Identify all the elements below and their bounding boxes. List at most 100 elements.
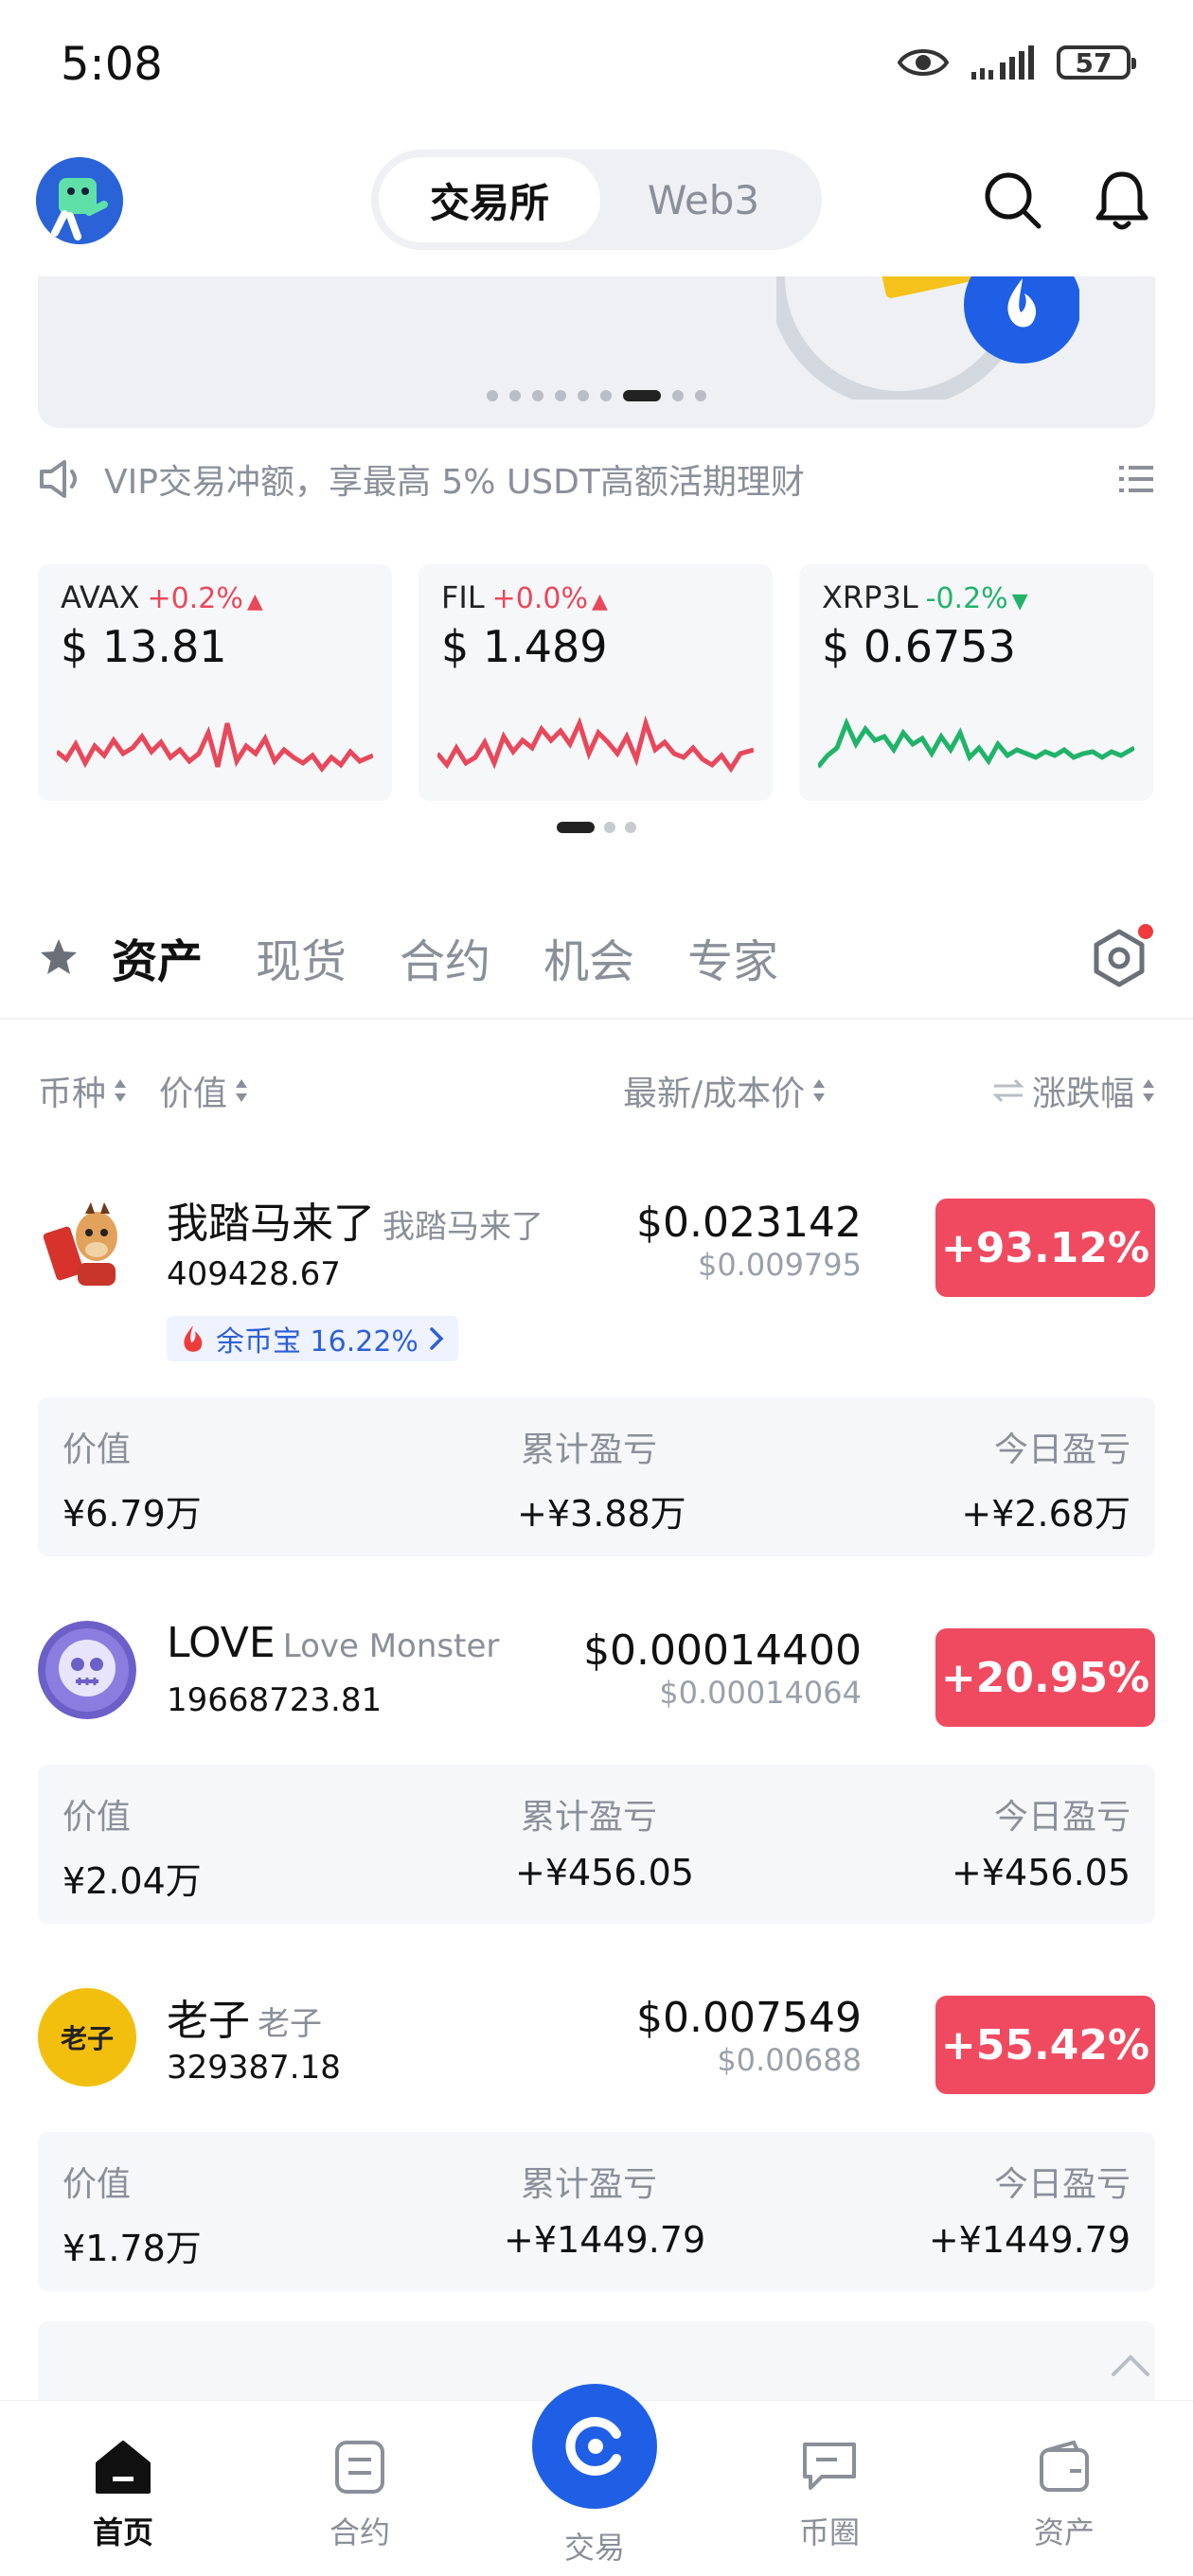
tab-futures[interactable]: 合约 — [400, 924, 490, 990]
asset-row-1-title[interactable]: 我踏马来了 我踏马来了 — [167, 1189, 543, 1250]
ticker-name: AVAX — [61, 579, 140, 615]
nav-label: 合约 — [329, 2514, 390, 2550]
ticker-pagination — [0, 822, 1193, 833]
stat-value-label: 价值 — [62, 1798, 132, 1837]
banner-pagination — [38, 390, 1155, 401]
status-time: 5:08 — [61, 38, 163, 91]
nav-label: 资产 — [1033, 2514, 1095, 2550]
ticker-card-fil[interactable]: FIL +0.0% ▲ $ 1.489 — [418, 564, 773, 801]
coin-fullname: 老子 — [258, 2005, 322, 2043]
col-price-label: 最新/成本价 — [623, 1075, 806, 1113]
bell-icon[interactable] — [1089, 167, 1155, 233]
ticker-price: $ 1.489 — [441, 621, 608, 672]
banner-graphic — [776, 276, 1079, 400]
coin-icon-laozi: 老子 — [38, 1988, 136, 2087]
change-badge[interactable]: +93.12% — [935, 1199, 1155, 1297]
announcement-bar[interactable]: VIP交易冲额，享最高 5% USDT高额活期理财 — [38, 456, 1155, 502]
col-change-label: 涨跌幅 — [1031, 1075, 1134, 1113]
tabs-divider — [0, 1018, 1193, 1020]
nav-home[interactable]: 首页 — [47, 2439, 199, 2552]
coin-name: LOVE — [167, 1619, 276, 1667]
bottom-nav: 首页 合约 交易 币圈 资产 — [0, 2384, 1193, 2576]
earn-label: 余币宝 16.22% — [216, 1325, 418, 1359]
col-change-header[interactable]: 涨跌幅 — [992, 1066, 1155, 1115]
stat-today-label: 今日盈亏 — [993, 1430, 1131, 1469]
down-arrow-icon: ▼ — [1011, 590, 1028, 613]
tab-opportunities[interactable]: 机会 — [543, 924, 634, 990]
col-value-label: 价值 — [159, 1075, 228, 1113]
asset-row-2-prices: $0.00014400 $0.00014064 — [483, 1626, 862, 1711]
ticker-change: +0.2% — [147, 582, 243, 615]
cost-price: $0.00688 — [717, 2042, 862, 2078]
stat-pnl: +¥456.05 — [515, 1852, 694, 1893]
ticker-price: $ 0.6753 — [822, 621, 1016, 672]
col-price-header[interactable]: 最新/成本价 — [623, 1066, 826, 1115]
cost-price: $0.009795 — [697, 1247, 862, 1283]
nav-trade-label-wrap[interactable]: 交易 — [519, 2524, 670, 2567]
coin-icon-love — [38, 1621, 136, 1719]
col-value-header[interactable]: 价值 — [159, 1066, 248, 1115]
home-icon — [96, 2441, 151, 2494]
change-badge[interactable]: +55.42% — [935, 1996, 1155, 2094]
nav-community[interactable]: 币圈 — [754, 2439, 905, 2552]
star-icon[interactable] — [38, 936, 80, 978]
eye-icon — [898, 49, 949, 76]
coin-name: 老子 — [167, 1997, 250, 2045]
stat-today-label: 今日盈亏 — [993, 1798, 1131, 1837]
stat-pnl-label: 累计盈亏 — [521, 1798, 658, 1837]
nav-label: 首页 — [92, 2514, 153, 2550]
nav-assets[interactable]: 资产 — [988, 2439, 1140, 2552]
latest-price: $0.007549 — [636, 1994, 862, 2042]
stat-today: +¥2.68万 — [961, 1493, 1131, 1535]
stat-today-label: 今日盈亏 — [993, 2165, 1131, 2204]
settings-hex-icon[interactable] — [1083, 924, 1155, 996]
tab-spot[interactable]: 现货 — [256, 924, 347, 990]
earn-badge[interactable]: 余币宝 16.22% — [167, 1316, 458, 1361]
exchange-web3-switch: 交易所 Web3 — [371, 150, 822, 250]
signal-icon — [971, 45, 1034, 80]
ticker-change: -0.2% — [925, 582, 1008, 615]
battery-indicator: 57 — [1057, 45, 1136, 80]
cost-price: $0.00014064 — [659, 1675, 862, 1711]
sparkline-chart — [818, 717, 1134, 769]
stat-pnl-label: 累计盈亏 — [521, 1430, 658, 1469]
ticker-name: XRP3L — [822, 579, 918, 615]
promo-banner[interactable] — [38, 276, 1155, 428]
stat-value-label: 价值 — [62, 1430, 132, 1469]
col-coin-header[interactable]: 币种 — [38, 1066, 127, 1115]
coin-icon-horse — [38, 1195, 136, 1293]
speaker-icon — [40, 460, 77, 498]
nav-label: 币圈 — [798, 2514, 860, 2550]
user-avatar[interactable] — [36, 157, 123, 244]
coin-name: 我踏马来了 — [167, 1199, 375, 1248]
tab-exchange[interactable]: 交易所 — [379, 157, 600, 242]
asset-row-2-title[interactable]: LOVE Love Monster — [167, 1619, 499, 1667]
futures-icon — [335, 2441, 384, 2494]
chat-icon — [803, 2443, 856, 2490]
search-icon[interactable] — [979, 167, 1045, 233]
stat-value: ¥6.79万 — [62, 1493, 202, 1535]
list-icon[interactable] — [1117, 460, 1155, 498]
nav-futures[interactable]: 合约 — [284, 2439, 436, 2552]
announcement-text: VIP交易冲额，享最高 5% USDT高额活期理财 — [104, 463, 805, 502]
col-coin-label: 币种 — [38, 1075, 107, 1113]
coin-quantity: 329387.18 — [167, 2049, 341, 2087]
tab-assets[interactable]: 资产 — [112, 924, 203, 990]
ticker-card-xrp3l[interactable]: XRP3L -0.2% ▼ $ 0.6753 — [799, 564, 1153, 801]
ticker-card-avax[interactable]: AVAX +0.2% ▲ $ 13.81 — [38, 564, 392, 801]
stat-value-label: 价值 — [62, 2165, 132, 2204]
tab-web3[interactable]: Web3 — [593, 157, 814, 242]
coin-icon-text: 老子 — [60, 2023, 114, 2054]
wallet-icon — [1040, 2440, 1089, 2492]
trade-icon — [565, 2417, 621, 2476]
asset-row-1-prices: $0.023142 $0.009795 — [540, 1199, 862, 1283]
stat-today: +¥1449.79 — [928, 2219, 1131, 2261]
sort-icon — [236, 1079, 248, 1102]
asset-row-3-title[interactable]: 老子 老子 — [167, 1986, 322, 2047]
change-badge[interactable]: +20.95% — [935, 1628, 1155, 1727]
scroll-top-icon[interactable] — [1110, 2352, 1151, 2378]
sparkline-chart — [57, 722, 373, 773]
trade-button[interactable] — [532, 2384, 657, 2509]
coin-fullname: 我踏马来了 — [383, 1208, 543, 1246]
tab-experts[interactable]: 专家 — [687, 924, 778, 990]
